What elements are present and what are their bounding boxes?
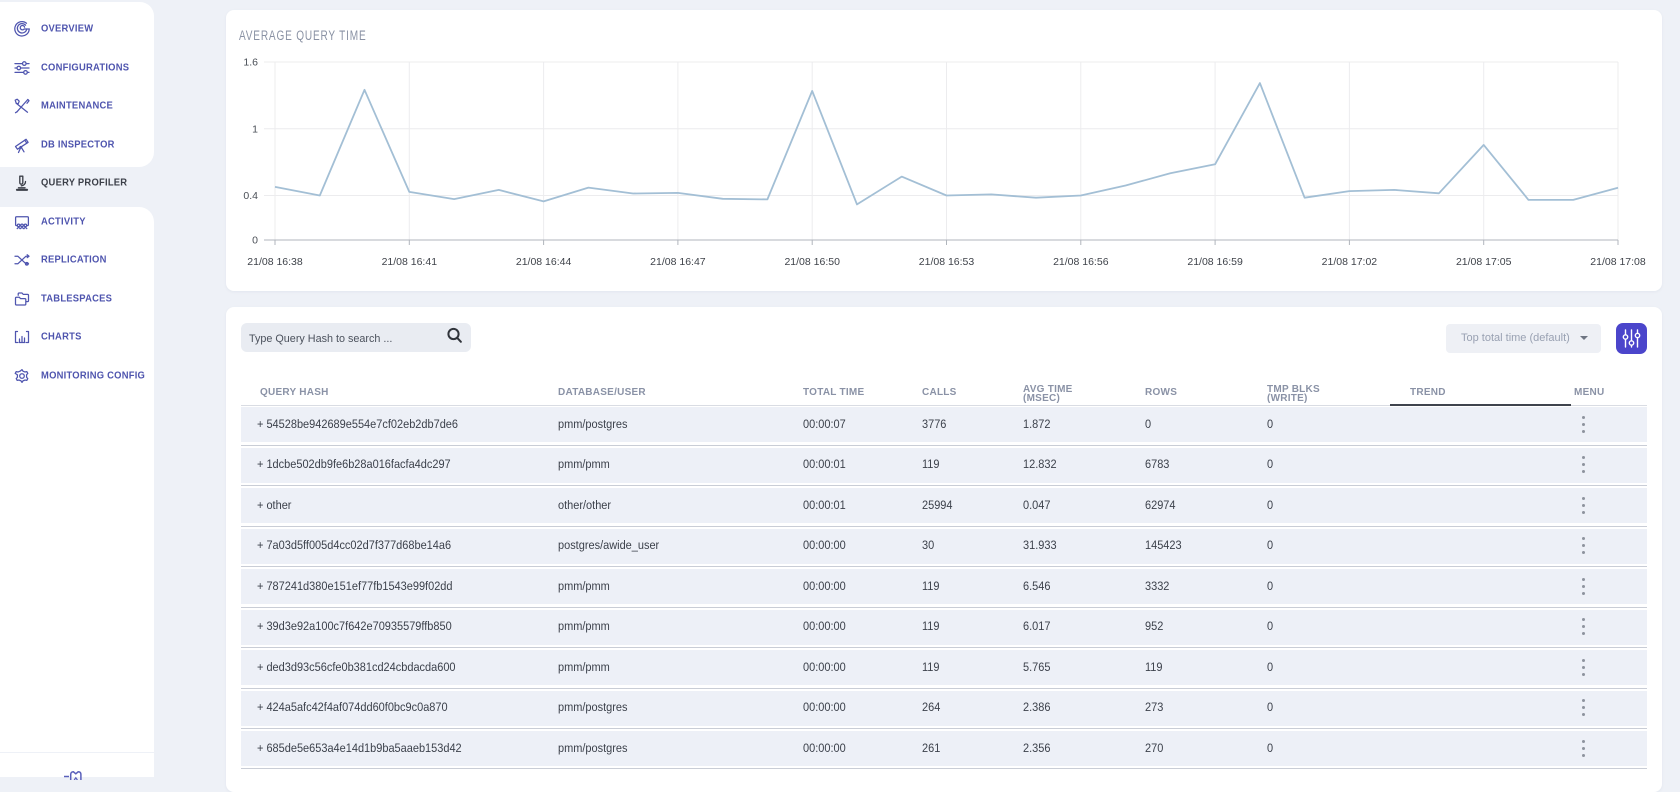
- svg-text:1: 1: [252, 123, 258, 135]
- svg-text:1.6: 1.6: [243, 57, 258, 69]
- svg-text:21/08 17:05: 21/08 17:05: [1456, 256, 1512, 268]
- svg-text:21/08 16:50: 21/08 16:50: [784, 256, 840, 268]
- svg-text:21/08 16:38: 21/08 16:38: [247, 256, 303, 268]
- svg-text:21/08 17:02: 21/08 17:02: [1322, 256, 1378, 268]
- svg-text:21/08 16:56: 21/08 16:56: [1053, 256, 1109, 268]
- svg-text:21/08 16:44: 21/08 16:44: [516, 256, 572, 268]
- svg-text:21/08 16:41: 21/08 16:41: [382, 256, 438, 268]
- svg-text:0.4: 0.4: [243, 190, 258, 202]
- svg-text:21/08 16:53: 21/08 16:53: [919, 256, 975, 268]
- svg-text:21/08 16:47: 21/08 16:47: [650, 256, 706, 268]
- svg-text:21/08 16:59: 21/08 16:59: [1187, 256, 1243, 268]
- svg-text:21/08 17:08: 21/08 17:08: [1590, 256, 1646, 268]
- svg-text:0: 0: [252, 235, 258, 247]
